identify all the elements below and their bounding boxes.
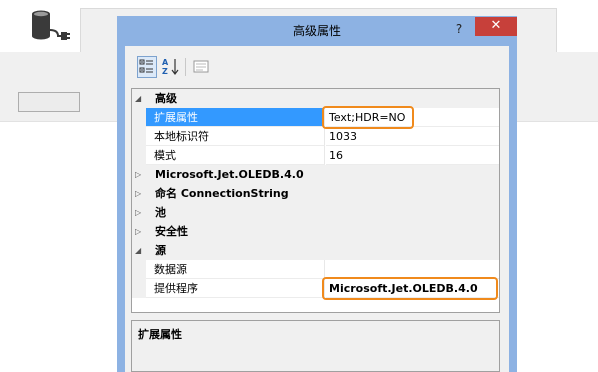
categorized-button[interactable]	[137, 56, 157, 78]
property-row-mode[interactable]: 模式 16	[132, 146, 499, 165]
category-label: 安全性	[155, 225, 188, 238]
expanded-arrow-icon[interactable]: ◢	[135, 89, 147, 108]
svg-text:Z: Z	[162, 67, 168, 76]
property-name[interactable]: 提供程序	[146, 279, 325, 298]
advanced-properties-dialog: 高级属性 ? ✕ A Z ◢ 高级 扩展属性 Text;HDR=NO 本地标识符…	[117, 16, 517, 372]
category-jet-oledb[interactable]: ▷ Microsoft.Jet.OLEDB.4.0	[132, 165, 499, 184]
property-value-input[interactable]: 16	[326, 146, 499, 165]
category-label: Microsoft.Jet.OLEDB.4.0	[155, 168, 304, 181]
description-pane: 扩展属性	[131, 320, 500, 372]
property-name[interactable]: 本地标识符	[146, 127, 325, 146]
category-security[interactable]: ▷ 安全性	[132, 222, 499, 241]
category-source[interactable]: ◢ 源	[132, 241, 499, 260]
category-label: 高级	[155, 92, 177, 105]
alphabetical-button[interactable]: A Z	[161, 56, 181, 78]
collapsed-arrow-icon[interactable]: ▷	[135, 184, 147, 203]
property-pages-button[interactable]	[191, 56, 211, 78]
toolbar-separator	[185, 58, 186, 76]
background-textbox	[18, 92, 80, 112]
property-name[interactable]: 模式	[146, 146, 325, 165]
category-label: 命名 ConnectionString	[155, 187, 289, 200]
description-title: 扩展属性	[138, 328, 182, 341]
property-name[interactable]: 数据源	[146, 260, 325, 279]
collapsed-arrow-icon[interactable]: ▷	[135, 165, 147, 184]
help-button[interactable]: ?	[447, 19, 471, 39]
callout-provider	[322, 277, 498, 300]
expanded-arrow-icon[interactable]: ◢	[135, 241, 147, 260]
dialog-titlebar[interactable]: 高级属性 ? ✕	[117, 16, 517, 46]
collapsed-arrow-icon[interactable]: ▷	[135, 203, 147, 222]
property-value-input[interactable]: 1033	[326, 127, 499, 146]
property-row-locale-identifier[interactable]: 本地标识符 1033	[132, 127, 499, 146]
property-name[interactable]: 扩展属性	[146, 108, 325, 127]
close-button[interactable]: ✕	[475, 17, 517, 36]
collapsed-arrow-icon[interactable]: ▷	[135, 222, 147, 241]
category-pooling[interactable]: ▷ 池	[132, 203, 499, 222]
category-label: 池	[155, 206, 166, 219]
category-named-connectionstring[interactable]: ▷ 命名 ConnectionString	[132, 184, 499, 203]
category-label: 源	[155, 244, 166, 257]
callout-extended-properties	[322, 106, 414, 129]
property-grid: ◢ 高级 扩展属性 Text;HDR=NO 本地标识符 1033 模式 16 ▷…	[131, 88, 500, 313]
sort-az-icon: A Z	[162, 58, 179, 76]
dialog-client-area: A Z ◢ 高级 扩展属性 Text;HDR=NO 本地标识符 1033 模式 …	[125, 46, 509, 372]
property-pages-icon	[193, 60, 209, 73]
database-connection-icon	[32, 10, 70, 40]
svg-text:A: A	[162, 58, 169, 67]
property-row-extended-properties[interactable]: 扩展属性 Text;HDR=NO	[132, 108, 499, 127]
category-advanced[interactable]: ◢ 高级	[132, 89, 499, 108]
categorized-icon	[139, 59, 153, 73]
